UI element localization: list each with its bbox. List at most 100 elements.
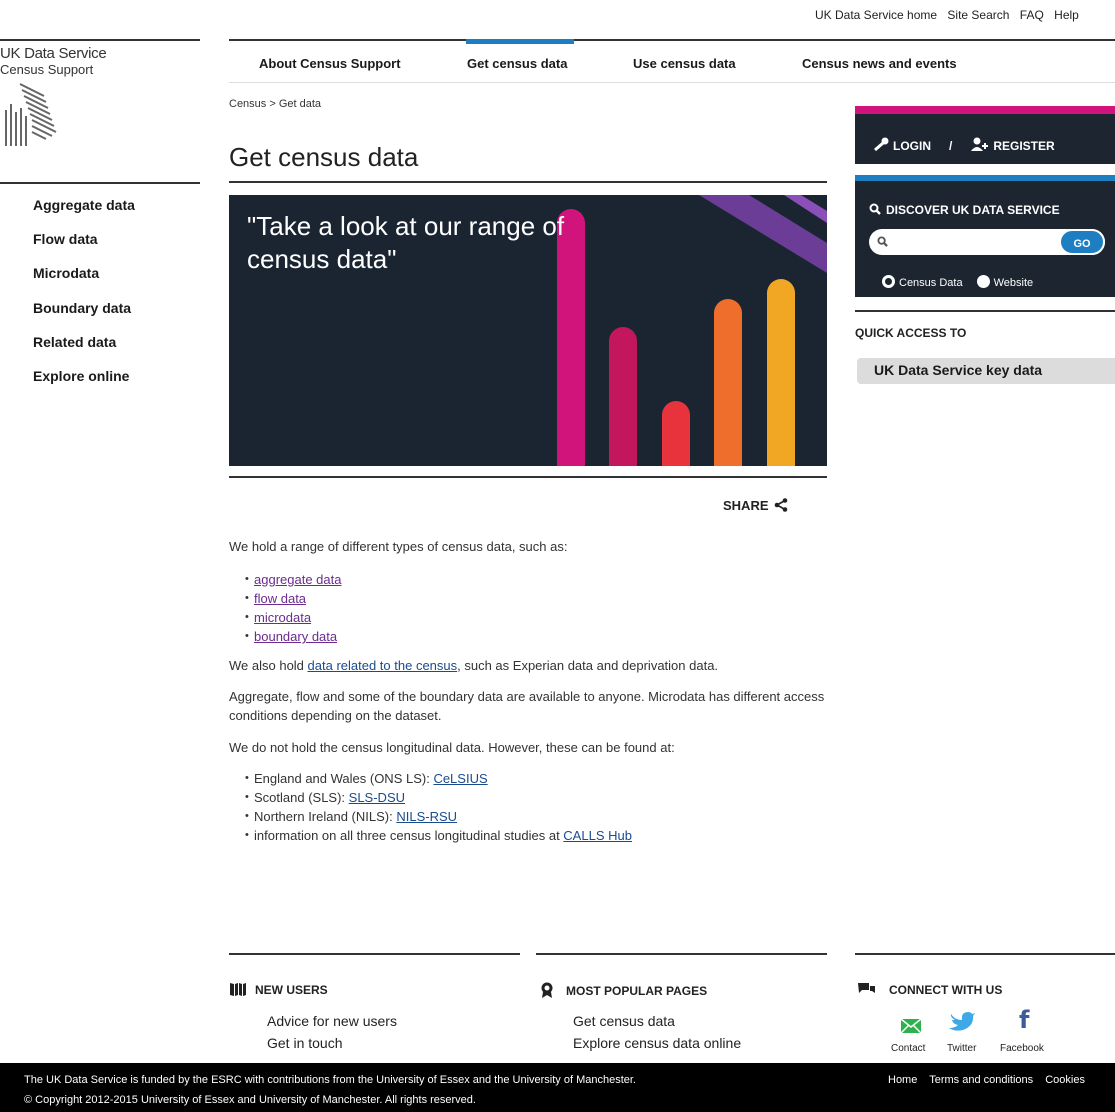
list-item: boundary data (245, 627, 829, 646)
radio-website[interactable] (976, 275, 990, 288)
breadcrumb[interactable]: Census > Get data (229, 98, 321, 110)
footer-legal-links: Home Terms and conditions Cookies (888, 1074, 1094, 1086)
sidebar-divider (0, 182, 200, 184)
social-links: f Contact Twitter Facebook (891, 1006, 1061, 1055)
sidebar-nav: Aggregate data Flow data Microdata Bound… (33, 196, 135, 401)
list-item-label: Scotland (SLS): (254, 790, 349, 805)
banner-divider (229, 476, 827, 478)
footer-link-get-in-touch[interactable]: Get in touch (267, 1035, 343, 1051)
facebook-label[interactable]: Facebook (1000, 1043, 1044, 1054)
footer-divider-popular (536, 953, 827, 955)
twitter-icon[interactable] (949, 1010, 975, 1032)
sidebar-item-explore-online[interactable]: Explore online (33, 367, 135, 401)
util-link-search[interactable]: Site Search (947, 8, 1009, 22)
link-data-related-to-census[interactable]: data related to the census (308, 658, 458, 673)
discover-search-input[interactable] (895, 233, 1045, 251)
link-calls-hub[interactable]: CALLS Hub (563, 828, 632, 843)
link-boundary-data[interactable]: boundary data (254, 629, 337, 644)
share-icon (774, 498, 788, 512)
footer-link-explore-census-data[interactable]: Explore census data online (573, 1035, 741, 1051)
logo-title[interactable]: UK Data Service (0, 45, 107, 62)
list-item: aggregate data (245, 570, 829, 589)
util-link-faq[interactable]: FAQ (1020, 8, 1044, 22)
logo-divider (0, 39, 200, 41)
related-text: We also hold data related to the census,… (229, 656, 829, 675)
list-item-label: information on all three census longitud… (254, 828, 564, 843)
sidebar-item-microdata[interactable]: Microdata (33, 264, 135, 298)
book-icon (230, 983, 246, 996)
link-sls-dsu[interactable]: SLS-DSU (349, 790, 405, 805)
footer-new-users-label: NEW USERS (255, 983, 328, 997)
sidebar-item-boundary-data[interactable]: Boundary data (33, 299, 135, 333)
footer-link-get-census-data[interactable]: Get census data (573, 1013, 675, 1029)
nav-about-census-support[interactable]: About Census Support (259, 56, 401, 71)
banner-bar-5 (767, 279, 795, 466)
uk-data-service-logo-icon[interactable] (0, 82, 70, 148)
list-item: microdata (245, 608, 829, 627)
logo-subtitle[interactable]: Census Support (0, 62, 93, 77)
banner-quote: "Take a look at our range of census data… (247, 211, 565, 274)
sidebar-item-flow-data[interactable]: Flow data (33, 230, 135, 264)
link-aggregate-data[interactable]: aggregate data (254, 572, 341, 587)
contact-label[interactable]: Contact (891, 1043, 925, 1054)
key-data-button[interactable]: UK Data Service key data (857, 358, 1115, 384)
related-suffix: , such as Experian data and deprivation … (457, 658, 719, 673)
nav-get-census-data[interactable]: Get census data (467, 56, 567, 71)
search-field-icon (877, 236, 888, 247)
account-bar: LOGIN / REGISTER (855, 114, 1115, 164)
radio-census-data[interactable] (882, 275, 895, 288)
main-nav-divider (229, 39, 1115, 41)
nav-census-news-and-events[interactable]: Census news and events (802, 56, 957, 71)
data-types-list: aggregate data flow data microdata bound… (245, 570, 829, 646)
funding-text: The UK Data Service is funded by the ESR… (24, 1074, 636, 1086)
discover-title: DISCOVER UK DATA SERVICE (869, 203, 1060, 217)
facebook-icon[interactable]: f (1019, 1006, 1029, 1034)
register-link[interactable]: REGISTER (993, 139, 1054, 153)
footer-divider-connect (855, 953, 1115, 955)
quick-access-title: QUICK ACCESS TO (855, 326, 967, 340)
sidebar-item-aggregate-data[interactable]: Aggregate data (33, 196, 135, 230)
share-button[interactable]: SHARE (723, 498, 788, 513)
footer-divider-new-users (229, 953, 520, 955)
email-icon[interactable] (901, 1019, 921, 1033)
main-nav-underline (229, 82, 1115, 83)
list-item: Scotland (SLS): SLS-DSU (245, 788, 829, 807)
search-icon (869, 203, 881, 215)
link-flow-data[interactable]: flow data (254, 591, 306, 606)
login-link[interactable]: LOGIN (893, 139, 931, 153)
footer-link-cookies[interactable]: Cookies (1045, 1074, 1085, 1086)
chat-icon (858, 983, 875, 993)
key-icon (874, 137, 889, 152)
page-title: Get census data (229, 142, 419, 172)
twitter-label[interactable]: Twitter (947, 1043, 976, 1054)
banner-bar-4 (714, 299, 742, 466)
quick-access-divider (855, 310, 1115, 312)
util-link-help[interactable]: Help (1054, 8, 1079, 22)
longitudinal-intro: We do not hold the census longitudinal d… (229, 740, 675, 755)
footer-popular-label: MOST POPULAR PAGES (566, 984, 708, 998)
radio-website-label: Website (993, 277, 1034, 289)
related-prefix: We also hold (229, 658, 308, 673)
link-nils-rsu[interactable]: NILS-RSU (396, 809, 457, 824)
util-link-home[interactable]: UK Data Service home (815, 8, 937, 22)
main-content: We hold a range of different types of ce… (229, 537, 829, 855)
hero-banner: "Take a look at our range of census data… (229, 195, 827, 466)
nav-use-census-data[interactable]: Use census data (633, 56, 736, 71)
footer-link-home[interactable]: Home (888, 1074, 917, 1086)
link-celsius[interactable]: CeLSIUS (433, 771, 487, 786)
discover-panel: DISCOVER UK DATA SERVICE GO Census Data W… (855, 181, 1115, 297)
list-item: Northern Ireland (NILS): NILS-RSU (245, 807, 829, 826)
search-go-button[interactable]: GO (1059, 229, 1105, 255)
sidebar-item-related-data[interactable]: Related data (33, 333, 135, 367)
link-microdata[interactable]: microdata (254, 610, 311, 625)
footer-link-advice[interactable]: Advice for new users (267, 1013, 397, 1029)
footer-bottom-bar: The UK Data Service is funded by the ESR… (0, 1063, 1115, 1112)
footer-connect-label: CONNECT WITH US (889, 983, 1003, 997)
list-item-label: Northern Ireland (NILS): (254, 809, 397, 824)
footer-link-terms[interactable]: Terms and conditions (929, 1074, 1033, 1086)
discover-title-label: DISCOVER UK DATA SERVICE (886, 203, 1060, 217)
intro-text: We hold a range of different types of ce… (229, 539, 568, 554)
account-separator: / (949, 139, 953, 153)
radio-census-data-label: Census Data (899, 277, 963, 289)
add-user-icon (971, 137, 989, 151)
